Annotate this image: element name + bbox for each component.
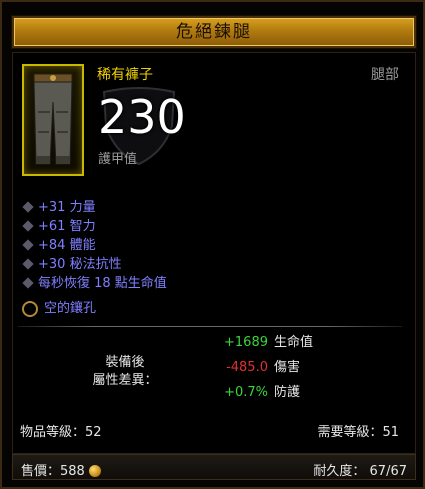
armor-value: 230	[98, 90, 186, 144]
compare-label: 裝備後 屬性差異：	[92, 355, 158, 388]
item-tooltip: 危絕鍊腿 稀有褲子 腿部 230 護甲值 +31 力量 +61 智力 +84 體…	[0, 0, 425, 489]
affix-line: +31 力量	[22, 198, 402, 217]
divider	[18, 326, 402, 327]
pants-icon	[22, 64, 84, 176]
item-slot: 腿部	[371, 67, 399, 83]
affix-line: +84 體能	[22, 236, 402, 255]
item-name: 危絕鍊腿	[176, 22, 252, 42]
item-level: 物品等級：52	[20, 425, 102, 440]
item-rarity-type: 稀有褲子	[97, 67, 153, 83]
diamond-bullet-icon	[22, 239, 34, 251]
affix-line: +61 智力	[22, 217, 402, 236]
required-level: 需要等級：51	[317, 425, 399, 440]
diamond-bullet-icon	[22, 220, 34, 232]
sell-price: 售價：588	[21, 460, 101, 479]
diamond-bullet-icon	[22, 258, 34, 270]
compare-stat-toughness: +0.7% 防護	[224, 385, 301, 400]
empty-socket: 空的鑲孔	[22, 300, 96, 318]
compare-stat-life: +1689 生命值	[224, 335, 314, 350]
item-title-bar: 危絕鍊腿	[12, 16, 416, 48]
diamond-bullet-icon	[22, 201, 34, 213]
diamond-bullet-icon	[22, 277, 34, 289]
compare-stat-damage: -485.0 傷害	[226, 360, 301, 375]
affix-line: +30 秘法抗性	[22, 255, 402, 274]
durability: 耐久度： 67/67	[313, 464, 407, 479]
armor-label: 護甲值	[98, 152, 138, 167]
gold-coin-icon	[88, 464, 101, 477]
tooltip-footer: 售價：588 耐久度： 67/67	[12, 454, 416, 480]
socket-ring-icon	[22, 300, 38, 317]
affix-line: 每秒恢復 18 點生命值	[22, 274, 402, 293]
affix-list: +31 力量 +61 智力 +84 體能 +30 秘法抗性 每秒恢復 18 點生…	[22, 198, 402, 293]
